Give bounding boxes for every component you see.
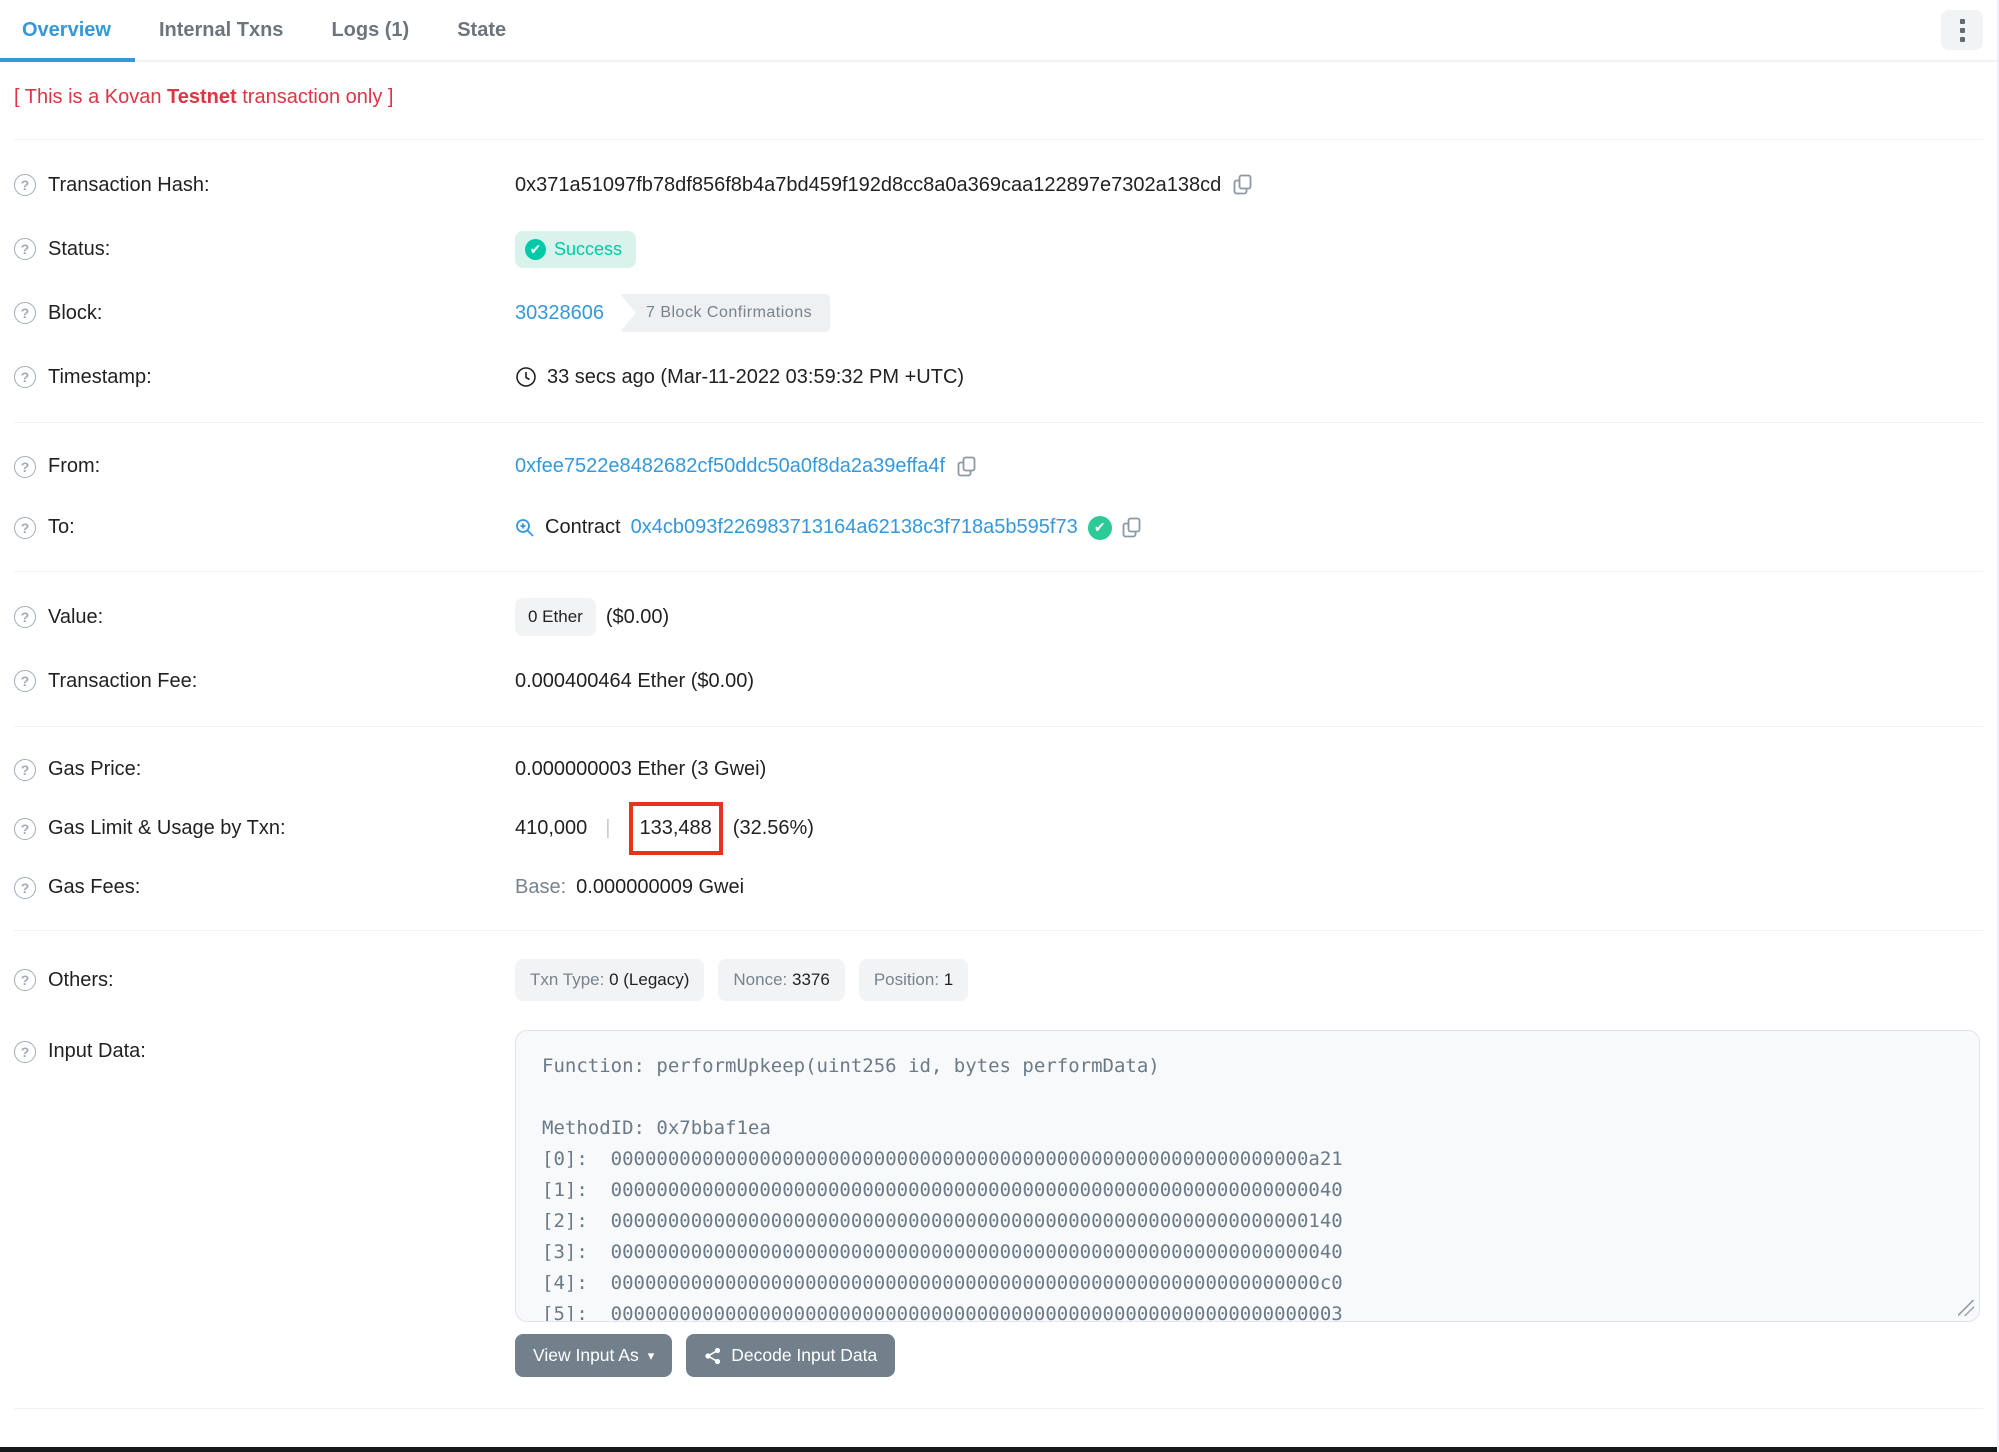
help-icon[interactable]: ?: [14, 606, 36, 628]
timestamp-value: 33 secs ago (Mar-11-2022 03:59:32 PM +UT…: [547, 365, 965, 388]
timestamp-label: Timestamp:: [48, 365, 152, 388]
help-icon[interactable]: ?: [14, 174, 36, 196]
others-label: Others:: [48, 968, 114, 991]
ether-value-badge: 0 Ether: [515, 598, 596, 636]
help-icon[interactable]: ?: [14, 1040, 36, 1063]
row-timestamp: ? Timestamp: 33 secs ago (Mar-11-2022 03…: [14, 345, 1983, 409]
bottom-divider: [14, 1408, 1983, 1409]
gas-used-value: 133,488: [639, 817, 712, 839]
tab-bar: Overview Internal Txns Logs (1) State: [0, 0, 1997, 62]
status-label: Status:: [48, 237, 111, 260]
help-icon[interactable]: ?: [14, 238, 36, 260]
gas-used-percent: (32.56%): [732, 817, 814, 839]
copy-icon[interactable]: [1233, 174, 1253, 196]
help-icon[interactable]: ?: [14, 817, 36, 840]
input-word: [2]: 00000000000000000000000000000000000…: [542, 1210, 1343, 1232]
section-addresses: ? From: 0xfee7522e8482682cf50ddc50a0f8da…: [14, 422, 1983, 571]
window-bottom-edge: [0, 1447, 1997, 1452]
tab-overview[interactable]: Overview: [0, 3, 135, 62]
status-badge: ✔ Success: [515, 230, 637, 268]
input-word: [0]: 00000000000000000000000000000000000…: [542, 1148, 1343, 1170]
row-block: ? Block: 30328606 7 Block Confirmations: [14, 281, 1983, 345]
transaction-hash-label: Transaction Hash:: [48, 173, 210, 196]
decode-input-data-button[interactable]: Decode Input Data: [686, 1334, 896, 1377]
input-data-actions: View Input As ▾ Decode Input Data: [515, 1334, 1983, 1395]
copy-icon[interactable]: [957, 456, 977, 478]
section-gas: ? Gas Price: 0.000000003 Ether (3 Gwei) …: [14, 726, 1983, 930]
row-input-data: ? Input Data: Function: performUpkeep(ui…: [14, 1030, 1983, 1322]
function-signature: Function: performUpkeep(uint256 id, byte…: [542, 1055, 1160, 1077]
help-icon[interactable]: ?: [14, 969, 36, 991]
row-status: ? Status: ✔ Success: [14, 217, 1983, 281]
annotation-highlight-box: 133,488: [628, 802, 723, 855]
tab-logs[interactable]: Logs (1): [307, 3, 433, 60]
copy-icon[interactable]: [1122, 517, 1142, 539]
usd-value: ($0.00): [605, 605, 670, 628]
base-fee-label: Base:: [515, 876, 567, 898]
help-icon[interactable]: ?: [14, 302, 36, 324]
resize-handle[interactable]: [1958, 1300, 1974, 1316]
input-word: [1]: 00000000000000000000000000000000000…: [542, 1179, 1343, 1201]
chevron-down-icon: ▾: [647, 1347, 655, 1363]
zoom-in-icon[interactable]: [515, 518, 535, 538]
view-input-as-button[interactable]: View Input As ▾: [515, 1334, 673, 1377]
verified-check-icon: ✔: [1087, 515, 1112, 540]
row-value: ? Value: 0 Ether ($0.00): [14, 585, 1983, 649]
to-label: To:: [48, 516, 75, 538]
gas-fees-label: Gas Fees:: [48, 876, 141, 898]
gas-limit-label: Gas Limit & Usage by Txn:: [48, 817, 286, 839]
testnet-warning: [ This is a Kovan Testnet transaction on…: [14, 86, 394, 108]
value-label: Value:: [48, 605, 104, 628]
input-data-label: Input Data:: [48, 1040, 146, 1062]
row-transaction-fee: ? Transaction Fee: 0.000400464 Ether ($0…: [14, 649, 1983, 713]
help-icon[interactable]: ?: [14, 516, 36, 539]
from-label: From:: [48, 455, 101, 477]
nonce-badge: Nonce: 3376: [718, 959, 845, 1001]
base-fee-value: 0.000000009 Gwei: [576, 876, 745, 898]
block-number-link[interactable]: 30328606: [515, 302, 604, 325]
from-address-link[interactable]: 0xfee7522e8482682cf50ddc50a0f8da2a39effa…: [515, 455, 945, 478]
block-confirmations-badge: 7 Block Confirmations: [619, 294, 831, 332]
gas-limit-value: 410,000: [515, 817, 588, 839]
decode-icon: [704, 1347, 722, 1365]
separator: |: [605, 817, 611, 839]
clock-icon: [515, 366, 537, 388]
input-word: [4]: 00000000000000000000000000000000000…: [542, 1272, 1343, 1294]
input-word: [5]: 00000000000000000000000000000000000…: [542, 1303, 1343, 1322]
row-transaction-hash: ? Transaction Hash: 0x371a51097fb78df856…: [14, 153, 1983, 217]
help-icon[interactable]: ?: [14, 758, 36, 781]
to-address-link[interactable]: 0x4cb093f226983713164a62138c3f718a5b595f…: [631, 516, 1078, 539]
section-others-input: ? Others: Txn Type: 0 (Legacy) Nonce: 33…: [14, 930, 1983, 1408]
row-gas-fees: ? Gas Fees: Base: 0.000000009 Gwei: [14, 858, 1983, 917]
tab-state[interactable]: State: [433, 3, 530, 60]
tab-internal-txns[interactable]: Internal Txns: [135, 3, 307, 60]
help-icon[interactable]: ?: [14, 670, 36, 692]
transaction-fee-label: Transaction Fee:: [48, 669, 198, 692]
input-word: [3]: 00000000000000000000000000000000000…: [542, 1241, 1343, 1263]
position-badge: Position: 1: [858, 959, 969, 1001]
input-data-textarea[interactable]: Function: performUpkeep(uint256 id, byte…: [515, 1030, 1980, 1322]
section-summary: ? Transaction Hash: 0x371a51097fb78df856…: [14, 139, 1983, 422]
help-icon[interactable]: ?: [14, 876, 36, 899]
gas-price-label: Gas Price:: [48, 758, 142, 780]
transaction-fee-value: 0.000400464 Ether ($0.00): [515, 669, 755, 692]
row-to: ? To: Contract 0x4cb093f226983713164a621…: [14, 497, 1983, 558]
row-gas-price: ? Gas Price: 0.000000003 Ether (3 Gwei): [14, 740, 1983, 799]
row-from: ? From: 0xfee7522e8482682cf50ddc50a0f8da…: [14, 436, 1983, 497]
row-gas-limit-usage: ? Gas Limit & Usage by Txn: 410,000 | 13…: [14, 799, 1983, 858]
check-circle-icon: ✔: [525, 238, 546, 260]
help-icon[interactable]: ?: [14, 366, 36, 388]
block-label: Block:: [48, 301, 103, 324]
vertical-ellipsis-icon: [1959, 18, 1965, 42]
txn-type-badge: Txn Type: 0 (Legacy): [515, 959, 705, 1001]
method-id: MethodID: 0x7bbaf1ea: [542, 1117, 771, 1139]
more-options-button[interactable]: [1941, 10, 1983, 50]
gas-price-value: 0.000000003 Ether (3 Gwei): [515, 758, 767, 780]
help-icon[interactable]: ?: [14, 455, 36, 478]
transaction-overview-page: Overview Internal Txns Logs (1) State [ …: [0, 0, 1999, 1452]
section-value: ? Value: 0 Ether ($0.00) ? Transaction F…: [14, 571, 1983, 726]
row-others: ? Others: Txn Type: 0 (Legacy) Nonce: 33…: [14, 944, 1983, 1016]
to-contract-kind: Contract: [545, 516, 621, 538]
transaction-hash-value: 0x371a51097fb78df856f8b4a7bd459f192d8cc8…: [515, 173, 1222, 196]
